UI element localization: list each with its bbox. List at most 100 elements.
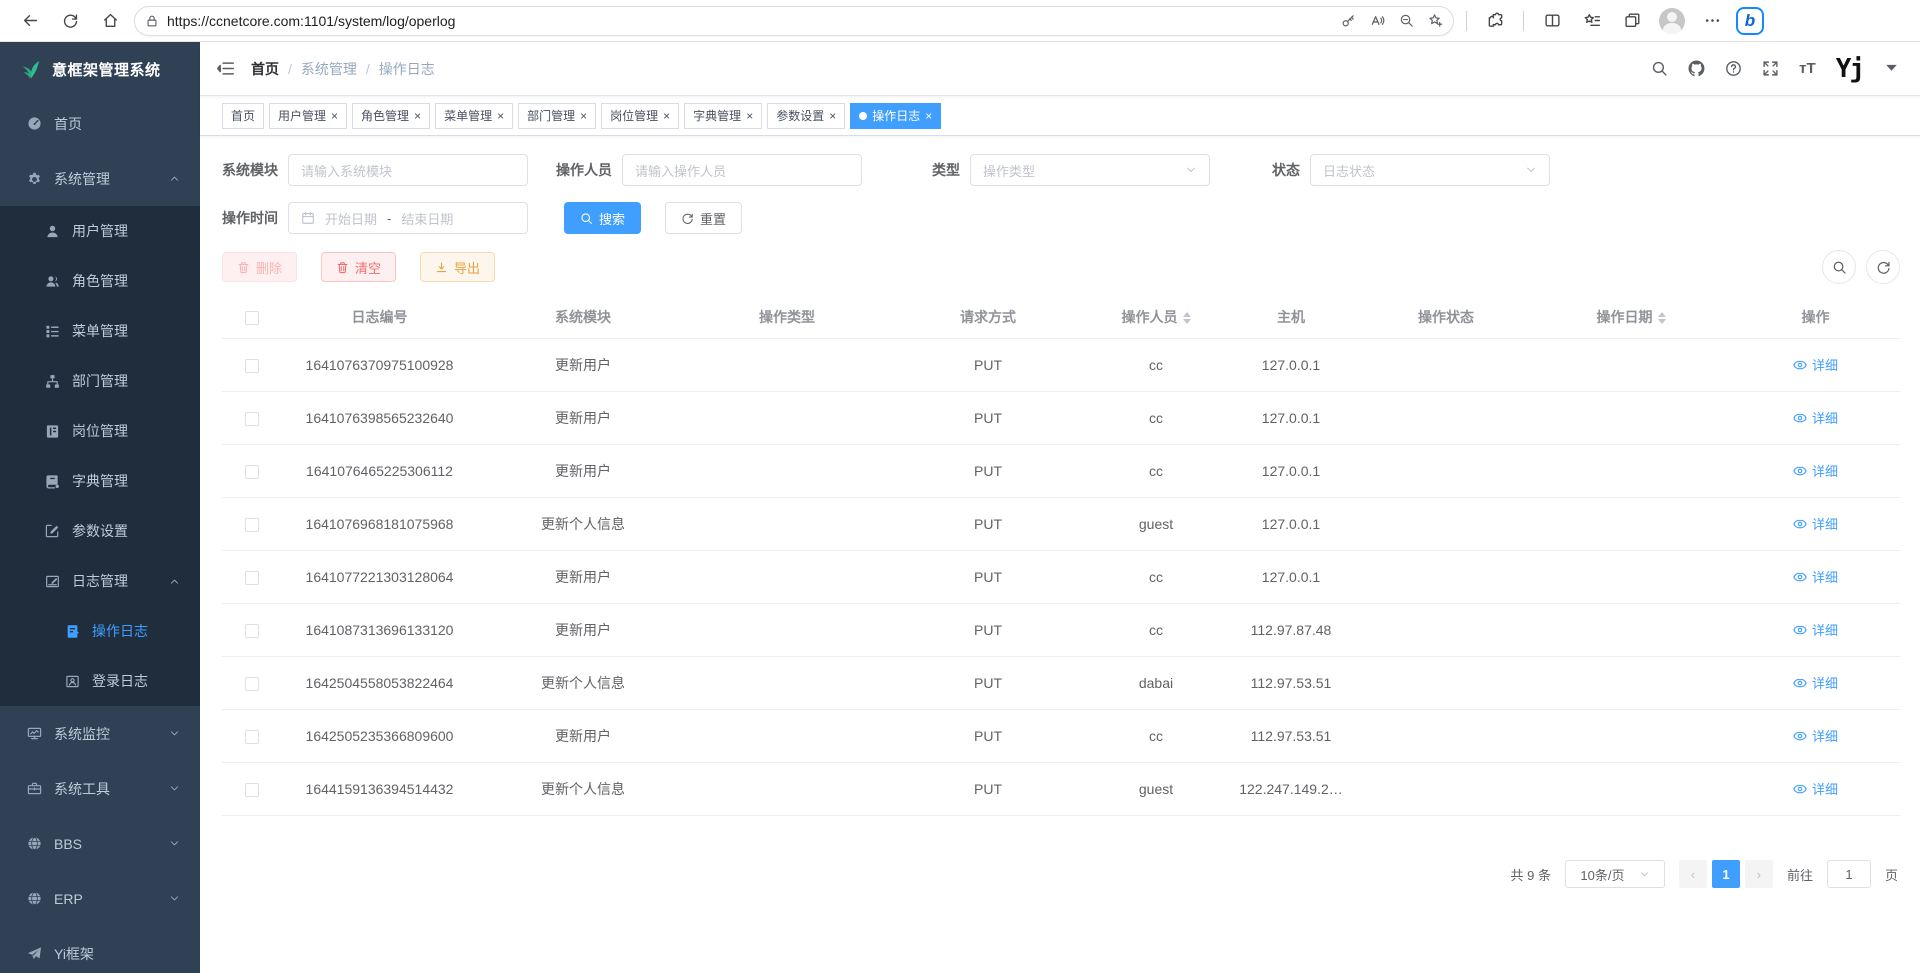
row-checkbox[interactable] — [245, 359, 259, 373]
tab-close-icon[interactable]: × — [580, 109, 587, 123]
sidebar-item-角色管理[interactable]: 角色管理 — [0, 256, 200, 306]
detail-link[interactable]: 详细 — [1793, 514, 1838, 533]
favorites-button[interactable] — [1576, 5, 1608, 37]
zoom-out-icon[interactable] — [1399, 13, 1414, 28]
goto-page-input[interactable] — [1827, 860, 1871, 888]
cell-date — [1531, 710, 1731, 763]
reset-button[interactable]: 重置 — [665, 202, 742, 234]
tab-角色管理[interactable]: 角色管理× — [352, 103, 430, 129]
sort-caret-icon[interactable] — [1658, 312, 1666, 324]
type-select[interactable]: 操作类型 — [970, 154, 1210, 186]
help-icon[interactable] — [1725, 60, 1742, 77]
header-search-icon[interactable] — [1651, 60, 1668, 77]
sidebar-item-Yi框架[interactable]: Yi框架 — [0, 926, 200, 973]
tab-用户管理[interactable]: 用户管理× — [269, 103, 347, 129]
browser-menu-button[interactable] — [1696, 5, 1728, 37]
sidebar-item-首页[interactable]: 首页 — [0, 96, 200, 151]
row-checkbox[interactable] — [245, 783, 259, 797]
sidebar-item-系统工具[interactable]: 系统工具 — [0, 761, 200, 816]
sidebar-fold-icon[interactable] — [216, 59, 235, 78]
export-button[interactable]: 导出 — [420, 252, 495, 282]
show-search-toggle-button[interactable] — [1822, 250, 1856, 284]
row-checkbox[interactable] — [245, 571, 259, 585]
tab-首页[interactable]: 首页 — [222, 103, 264, 129]
row-checkbox[interactable] — [245, 677, 259, 691]
next-page-button[interactable]: › — [1745, 860, 1773, 888]
tab-字典管理[interactable]: 字典管理× — [684, 103, 762, 129]
column-header-操作人员[interactable]: 操作人员 — [1091, 296, 1221, 339]
operator-input[interactable]: 请输入操作人员 — [622, 154, 862, 186]
detail-link[interactable]: 详细 — [1793, 620, 1838, 639]
read-aloud-icon[interactable] — [1370, 13, 1385, 28]
tab-close-icon[interactable]: × — [331, 109, 338, 123]
detail-link[interactable]: 详细 — [1793, 567, 1838, 586]
sidebar-item-系统管理[interactable]: 系统管理 — [0, 151, 200, 206]
password-key-icon[interactable] — [1341, 13, 1356, 28]
collections-button[interactable] — [1616, 5, 1648, 37]
app-logo[interactable]: 意框架管理系统 — [0, 42, 200, 96]
breadcrumb-home[interactable]: 首页 — [251, 59, 279, 79]
row-checkbox[interactable] — [245, 412, 259, 426]
detail-link[interactable]: 详细 — [1793, 461, 1838, 480]
row-checkbox[interactable] — [245, 730, 259, 744]
browser-home-button[interactable] — [94, 5, 126, 37]
sidebar-item-日志管理[interactable]: 日志管理 — [0, 556, 200, 606]
user-avatar[interactable]: Yj — [1836, 54, 1863, 84]
prev-page-button[interactable]: ‹ — [1679, 860, 1707, 888]
row-checkbox[interactable] — [245, 624, 259, 638]
sidebar-item-用户管理[interactable]: 用户管理 — [0, 206, 200, 256]
add-favorite-icon[interactable] — [1428, 13, 1443, 28]
detail-link[interactable]: 详细 — [1793, 726, 1838, 745]
column-header-操作日期[interactable]: 操作日期 — [1531, 296, 1731, 339]
browser-back-button[interactable] — [14, 5, 46, 37]
search-button[interactable]: 搜索 — [564, 202, 641, 234]
sort-caret-icon[interactable] — [1183, 312, 1191, 324]
tab-参数设置[interactable]: 参数设置× — [767, 103, 845, 129]
select-all-checkbox[interactable] — [245, 311, 259, 325]
row-checkbox[interactable] — [245, 465, 259, 479]
tab-close-icon[interactable]: × — [925, 109, 932, 123]
sidebar-item-菜单管理[interactable]: 菜单管理 — [0, 306, 200, 356]
page-size-select[interactable]: 10条/页 — [1565, 860, 1665, 888]
extensions-button[interactable] — [1479, 5, 1511, 37]
detail-link[interactable]: 详细 — [1793, 408, 1838, 427]
bing-copilot-button[interactable]: b — [1736, 7, 1764, 35]
sidebar-item-ERP[interactable]: ERP — [0, 871, 200, 926]
browser-profile-button[interactable] — [1656, 5, 1688, 37]
address-bar[interactable]: https://ccnetcore.com:1101/system/log/op… — [134, 6, 1454, 36]
tab-close-icon[interactable]: × — [497, 109, 504, 123]
sidebar-item-系统监控[interactable]: 系统监控 — [0, 706, 200, 761]
sidebar-item-参数设置[interactable]: 参数设置 — [0, 506, 200, 556]
detail-link[interactable]: 详细 — [1793, 779, 1838, 798]
tab-close-icon[interactable]: × — [414, 109, 421, 123]
sidebar-item-登录日志[interactable]: 登录日志 — [0, 656, 200, 706]
sidebar-item-操作日志[interactable]: 操作日志 — [0, 606, 200, 656]
user-menu-caret-icon[interactable] — [1883, 59, 1900, 76]
detail-link[interactable]: 详细 — [1793, 355, 1838, 374]
sidebar-item-部门管理[interactable]: 部门管理 — [0, 356, 200, 406]
fullscreen-icon[interactable] — [1762, 60, 1779, 77]
font-size-icon[interactable]: тT — [1799, 60, 1816, 77]
sidebar-item-BBS[interactable]: BBS — [0, 816, 200, 871]
tab-岗位管理[interactable]: 岗位管理× — [601, 103, 679, 129]
tab-close-icon[interactable]: × — [746, 109, 753, 123]
status-select[interactable]: 日志状态 — [1310, 154, 1550, 186]
refresh-table-button[interactable] — [1866, 250, 1900, 284]
tab-菜单管理[interactable]: 菜单管理× — [435, 103, 513, 129]
module-input[interactable]: 请输入系统模块 — [288, 154, 528, 186]
sidebar-item-岗位管理[interactable]: 岗位管理 — [0, 406, 200, 456]
tab-close-icon[interactable]: × — [829, 109, 836, 123]
page-number-1[interactable]: 1 — [1712, 860, 1740, 888]
row-checkbox[interactable] — [245, 518, 259, 532]
github-icon[interactable] — [1688, 60, 1705, 77]
delete-button[interactable]: 删除 — [222, 252, 297, 282]
split-screen-button[interactable] — [1536, 5, 1568, 37]
tab-操作日志[interactable]: 操作日志× — [850, 103, 941, 129]
tab-close-icon[interactable]: × — [663, 109, 670, 123]
sidebar-item-字典管理[interactable]: 字典管理 — [0, 456, 200, 506]
clear-button[interactable]: 清空 — [321, 252, 396, 282]
tab-部门管理[interactable]: 部门管理× — [518, 103, 596, 129]
detail-link[interactable]: 详细 — [1793, 673, 1838, 692]
browser-refresh-button[interactable] — [54, 5, 86, 37]
date-range-picker[interactable]: 开始日期 - 结束日期 — [288, 202, 528, 234]
